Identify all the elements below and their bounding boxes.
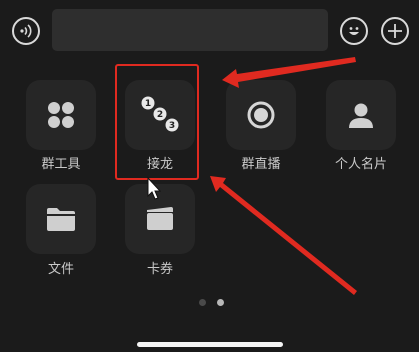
cursor-icon	[147, 176, 162, 200]
arrow-top	[222, 57, 356, 88]
arrow-bottom	[210, 176, 357, 295]
annotation-overlay	[147, 57, 357, 295]
